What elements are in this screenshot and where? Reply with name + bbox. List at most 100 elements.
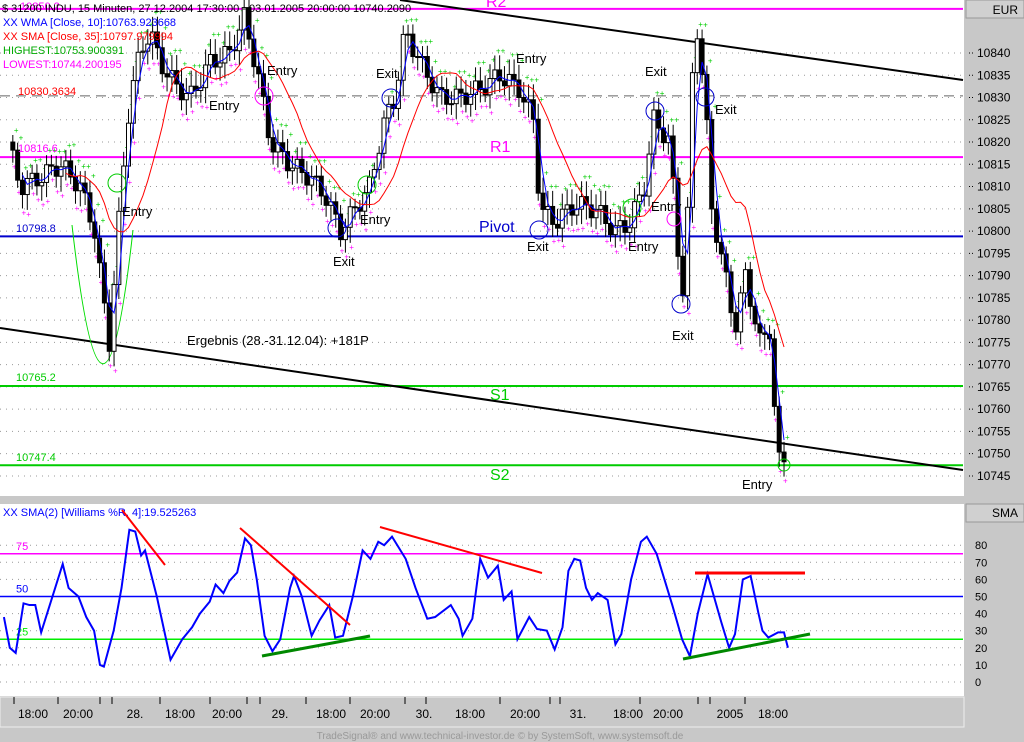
time-label: 30.	[416, 707, 433, 721]
y-tick-label: 10785	[977, 291, 1011, 305]
time-label: 18:00	[613, 707, 643, 721]
time-label: 18:00	[455, 707, 485, 721]
y-tick-label: 10760	[977, 402, 1011, 416]
candle-body	[63, 160, 69, 168]
time-label: 29.	[272, 707, 289, 721]
candle-body	[694, 38, 700, 74]
high-marker: +	[727, 237, 732, 246]
high-marker: +	[718, 192, 723, 201]
candle-body	[207, 54, 213, 66]
candle-body	[762, 332, 768, 335]
low-marker: +	[600, 225, 605, 234]
time-label: 18:00	[758, 707, 788, 721]
y-tick-label: 10795	[977, 246, 1011, 260]
candle-body	[714, 208, 720, 243]
entry-label: Entry	[742, 477, 773, 492]
time-label: 2005	[717, 707, 744, 721]
y-tick-label: 10810	[977, 180, 1011, 194]
low-marker: +	[653, 169, 658, 178]
high-marker: +	[607, 182, 612, 191]
candle-body	[294, 158, 300, 169]
entry-label: Entry	[628, 239, 659, 254]
candle-body	[299, 158, 305, 174]
candle-body	[501, 80, 507, 87]
candle-body	[540, 192, 546, 210]
candle-body	[670, 135, 676, 179]
candle-body	[19, 179, 25, 196]
candle-body	[747, 269, 753, 307]
high-marker: +	[19, 134, 24, 143]
entry-label: Entry	[209, 98, 240, 113]
candle-body	[130, 80, 136, 124]
candle-body	[415, 56, 421, 59]
candle-body	[781, 451, 787, 463]
exit-label: Exit	[645, 64, 667, 79]
high-marker: +	[554, 182, 559, 191]
candle-body	[227, 45, 233, 51]
high-marker: +	[342, 196, 347, 205]
high-marker: +	[780, 387, 785, 396]
high-marker: +	[101, 216, 106, 225]
low-marker: +	[46, 197, 51, 206]
low-marker: +	[783, 477, 788, 486]
svg-text:10798.8: 10798.8	[16, 223, 56, 235]
candle-body	[352, 206, 358, 209]
candle-body	[164, 73, 170, 78]
time-label: 31.	[570, 707, 587, 721]
candle-body	[733, 312, 739, 333]
candle-body	[29, 172, 35, 179]
y-tick-label: 10770	[977, 358, 1011, 372]
low-marker: +	[118, 299, 123, 308]
entry-label: Entry	[651, 199, 682, 214]
high-marker: +	[756, 289, 761, 298]
price-panel	[0, 0, 964, 496]
candle-body	[617, 220, 623, 227]
candle-body	[497, 69, 503, 82]
svg-text:10765.2: 10765.2	[16, 372, 56, 384]
time-label: 20:00	[63, 707, 93, 721]
candle-body	[410, 33, 416, 58]
high-marker: +	[255, 16, 260, 25]
entry-label: Entry	[122, 204, 153, 219]
low-marker: +	[137, 94, 142, 103]
time-label: 18:00	[316, 707, 346, 721]
osc-tick-label: 0	[975, 677, 981, 689]
candle-body	[521, 96, 527, 103]
osc-tick-label: 20	[975, 643, 987, 655]
low-marker: +	[349, 243, 354, 252]
low-marker: +	[455, 119, 460, 128]
candle-body	[116, 210, 122, 286]
candle-body	[434, 87, 440, 94]
low-marker: +	[441, 105, 446, 114]
candle-body	[757, 323, 763, 334]
high-marker: +	[96, 200, 101, 209]
low-marker: +	[132, 139, 137, 148]
low-marker: +	[638, 217, 643, 226]
low-marker: +	[561, 242, 566, 251]
low-marker: +	[224, 78, 229, 87]
y-tick-label: 10830	[977, 91, 1011, 105]
low-marker: +	[238, 65, 243, 74]
osc-tick-label: 60	[975, 574, 987, 586]
candle-body	[405, 33, 411, 36]
exit-label: Exit	[376, 66, 398, 81]
candle-body	[492, 69, 498, 80]
result-annotation: Ergebnis (28.-31.12.04): +181P	[187, 333, 369, 348]
low-marker: +	[253, 78, 258, 87]
y-tick-label: 10745	[977, 469, 1011, 483]
low-marker: +	[373, 188, 378, 197]
y-tick-label: 10750	[977, 447, 1011, 461]
candle-body	[217, 62, 223, 68]
high-marker: +	[91, 171, 96, 180]
y-tick-label: 10775	[977, 335, 1011, 349]
exit-label: Exit	[715, 102, 737, 117]
low-marker: +	[60, 192, 65, 201]
y-tick-label: 10755	[977, 424, 1011, 438]
legend-lowest: LOWEST:10744.200195	[3, 59, 122, 71]
high-marker: +	[428, 37, 433, 46]
low-marker: +	[691, 223, 696, 232]
candle-body	[444, 89, 450, 105]
candle-body	[111, 284, 117, 352]
time-label: 20:00	[212, 707, 242, 721]
time-label: 28.	[127, 707, 144, 721]
